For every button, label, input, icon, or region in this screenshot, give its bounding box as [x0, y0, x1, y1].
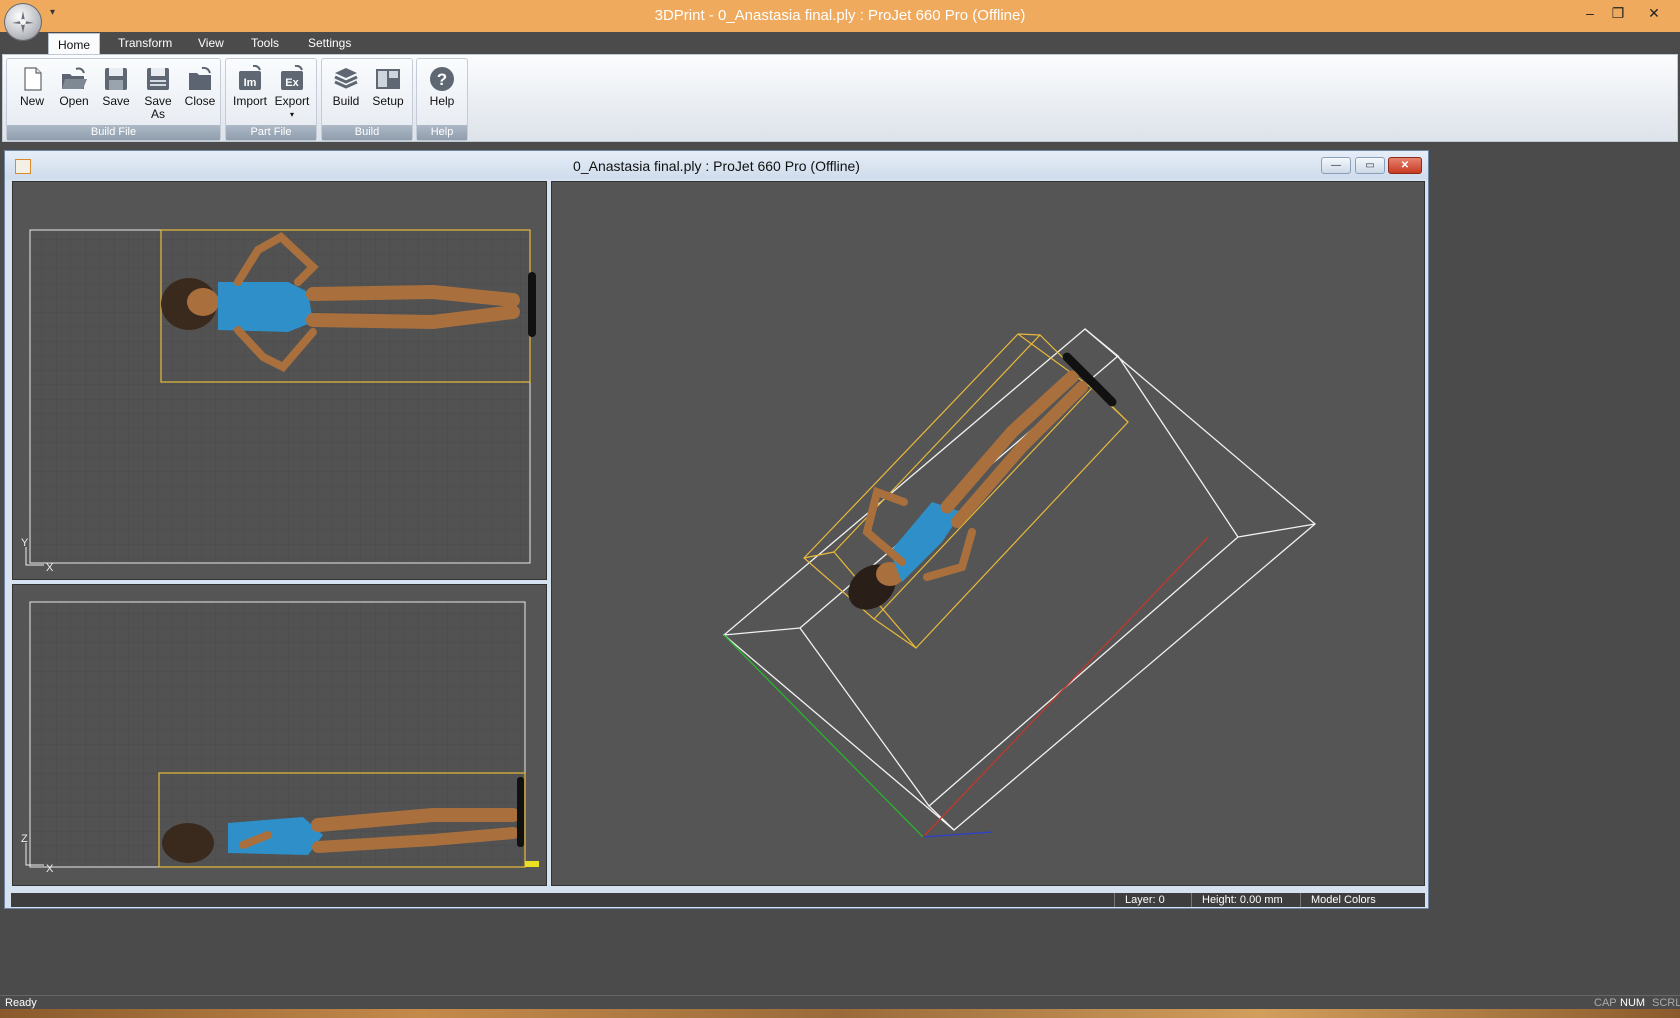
build-button[interactable]: Build [326, 62, 366, 124]
caps-lock-indicator: CAP [1594, 997, 1617, 1009]
front-view-viewport[interactable]: Z X [12, 584, 547, 886]
group-build: Build Setup Build [321, 58, 413, 141]
export-icon: Ex [281, 65, 303, 90]
close-file-label: Close [184, 94, 216, 108]
ribbon: New Open Save Save As Close Build File I… [2, 54, 1678, 142]
new-file-icon [24, 67, 42, 91]
group-label-build: Build [322, 125, 412, 140]
window-title: 3DPrint - 0_Anastasia final.ply : ProJet… [654, 7, 1026, 24]
save-as-label-line2: As [150, 107, 165, 121]
axis-label-y: Y [21, 537, 29, 549]
front-view-scene: Z X [21, 601, 539, 875]
help-label: Help [429, 94, 455, 108]
tab-tools[interactable]: Tools [242, 32, 288, 54]
tab-transform[interactable]: Transform [109, 32, 181, 54]
model-figure-3d [848, 352, 1117, 610]
layers-stack-icon [334, 68, 358, 89]
axis-label-z: Z [21, 833, 28, 845]
new-button[interactable]: New [12, 62, 52, 124]
close-file-button[interactable]: Close [180, 62, 220, 124]
minimize-button[interactable]: – [1576, 2, 1604, 24]
open-button[interactable]: Open [54, 62, 94, 124]
num-lock-indicator: NUM [1620, 997, 1646, 1009]
build-volume-wireframe [722, 328, 1317, 831]
axis-y-line [723, 634, 924, 838]
group-label-part-file: Part File [226, 125, 316, 140]
save-label: Save [102, 94, 130, 108]
help-icon-text: ? [437, 70, 447, 89]
restore-button[interactable]: ❐ [1604, 2, 1632, 24]
tab-view[interactable]: View [189, 32, 233, 54]
setup-button[interactable]: Setup [368, 62, 408, 124]
ribbon-tabs: Home Transform View Tools Settings [0, 32, 1680, 56]
group-build-file: New Open Save Save As Close Build File [6, 58, 221, 141]
group-label-help: Help [417, 125, 467, 140]
title-bar: ▾ 3DPrint - 0_Anastasia final.ply : ProJ… [0, 0, 1680, 41]
close-folder-icon [189, 66, 211, 90]
axis-label-x-front: X [46, 863, 54, 875]
top-view-scene: Y X [21, 229, 536, 574]
model-colors-status[interactable]: Model Colors [1300, 893, 1386, 907]
os-taskbar [0, 1009, 1680, 1018]
setup-layout-icon [376, 69, 400, 89]
close-button[interactable]: ✕ [1640, 2, 1668, 24]
document-minimize-button[interactable]: — [1321, 157, 1351, 174]
open-folder-icon [62, 67, 87, 89]
platform-marker [525, 861, 539, 867]
setup-label: Setup [372, 94, 404, 108]
export-button[interactable]: Ex Export ▾ [272, 62, 312, 124]
document-restore-button[interactable]: ▭ [1355, 157, 1385, 174]
application-status-bar: Ready CAP NUM SCRL [0, 995, 1680, 1010]
group-help: ? Help Help [416, 58, 468, 141]
help-button[interactable]: ? Help [422, 62, 462, 124]
import-icon-text: Im [244, 77, 257, 89]
perspective-scene [722, 328, 1317, 838]
document-title-bar: 0_Anastasia final.ply : ProJet 660 Pro (… [5, 151, 1428, 179]
axis-z-line [922, 831, 993, 838]
export-label: Export [274, 94, 310, 108]
layer-status: Layer: 0 [1114, 893, 1175, 907]
save-as-disk-icon [147, 68, 169, 90]
height-status: Height: 0.00 mm [1191, 893, 1293, 907]
tab-home[interactable]: Home [48, 33, 101, 56]
group-part-file: Im Import Ex Export ▾ Part File [225, 58, 317, 141]
import-label: Import [232, 94, 267, 108]
document-window: 0_Anastasia final.ply : ProJet 660 Pro (… [4, 150, 1429, 909]
perspective-viewport[interactable] [551, 181, 1425, 886]
document-close-button[interactable]: ✕ [1388, 157, 1422, 174]
import-button[interactable]: Im Import [230, 62, 270, 124]
save-disk-icon [105, 68, 127, 90]
application-menu-button[interactable] [4, 3, 42, 41]
new-label: New [19, 94, 44, 108]
build-label: Build [332, 94, 360, 108]
open-label: Open [59, 94, 89, 108]
group-label-build-file: Build File [7, 125, 220, 140]
export-icon-text: Ex [285, 77, 299, 89]
save-as-button[interactable]: Save As [138, 62, 178, 124]
document-status-bar: Layer: 0 Height: 0.00 mm Model Colors [11, 893, 1425, 907]
import-icon: Im [239, 65, 261, 90]
scroll-lock-indicator: SCRL [1652, 997, 1680, 1009]
document-title: 0_Anastasia final.ply : ProJet 660 Pro (… [573, 158, 860, 174]
axis-x-line [922, 536, 1209, 838]
top-view-viewport[interactable]: Y X [12, 181, 547, 580]
tab-settings[interactable]: Settings [299, 32, 360, 54]
app-logo-icon [12, 11, 34, 33]
help-question-icon: ? [430, 67, 454, 91]
ready-status: Ready [5, 997, 37, 1009]
axis-label-x-top: X [46, 562, 54, 574]
export-dropdown-icon[interactable]: ▾ [272, 108, 312, 121]
save-button[interactable]: Save [96, 62, 136, 124]
